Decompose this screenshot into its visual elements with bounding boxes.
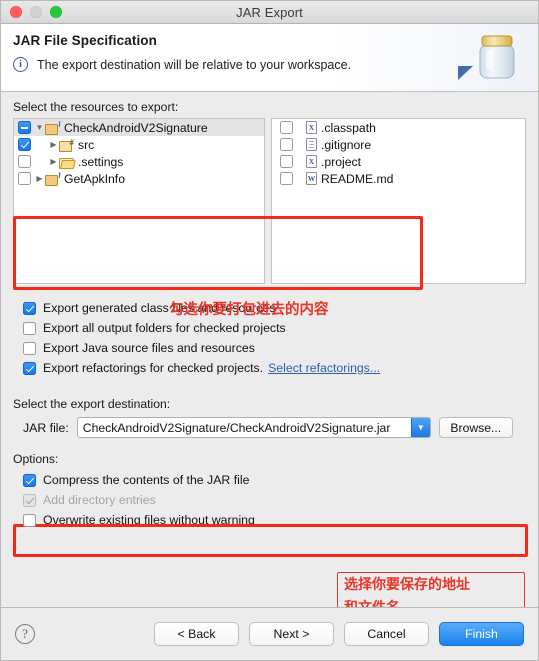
file-checkbox[interactable] (280, 138, 293, 151)
cancel-button[interactable]: Cancel (344, 622, 429, 646)
tree-row-label: CheckAndroidV2Signature (64, 120, 208, 135)
option-label: Overwrite existing files without warning (43, 513, 255, 527)
page-title: JAR File Specification (13, 33, 157, 48)
tree-checkbox[interactable] (18, 121, 31, 134)
expand-twisty-icon[interactable]: ▼ (34, 123, 45, 132)
dialog-body: Select the resources to export: ▼ CheckA… (1, 100, 538, 620)
back-button[interactable]: < Back (154, 622, 239, 646)
option-row[interactable]: Overwrite existing files without warning (23, 510, 526, 530)
option-checkbox (23, 493, 36, 507)
dialog-header: JAR File Specification i The export dest… (1, 24, 538, 92)
tree-row-label: GetApkInfo (64, 171, 125, 186)
file-row-label: .project (321, 154, 361, 169)
tree-row[interactable]: ▶ src (14, 136, 264, 153)
options-label: Options: (13, 452, 59, 466)
jar-file-input[interactable] (77, 418, 411, 437)
chevron-down-icon[interactable]: ▼ (410, 418, 430, 437)
resource-tree-pane[interactable]: ▼ CheckAndroidV2Signature ▶ src ▶ . (13, 118, 265, 284)
source-package-icon (59, 138, 75, 152)
option-label: Export refactorings for checked projects… (43, 361, 264, 375)
option-checkbox[interactable] (23, 321, 36, 335)
resource-panes: ▼ CheckAndroidV2Signature ▶ src ▶ . (13, 118, 526, 284)
jar-file-combo[interactable]: ▼ (76, 417, 431, 438)
option-label: Export Java source files and resources (43, 341, 255, 355)
expand-twisty-icon[interactable]: ▶ (48, 157, 59, 166)
option-checkbox[interactable] (23, 513, 36, 527)
file-checkbox[interactable] (280, 172, 293, 185)
header-description-text: The export destination will be relative … (37, 57, 352, 72)
file-checkbox[interactable] (280, 121, 293, 134)
option-row[interactable]: Export Java source files and resources (23, 338, 526, 358)
next-button[interactable]: Next > (249, 622, 334, 646)
resources-label: Select the resources to export: (13, 100, 179, 114)
tree-row[interactable]: ▶ .settings (14, 153, 264, 170)
option-row[interactable]: Compress the contents of the JAR file (23, 470, 526, 490)
annotation-text-save-path-line1: 选择你要保存的地址 (344, 577, 470, 593)
option-checkbox[interactable] (23, 341, 36, 355)
folder-icon (59, 155, 75, 169)
file-row-label: README.md (321, 171, 394, 186)
tree-row-label: src (78, 137, 95, 152)
window-title-bar: JAR Export (1, 1, 538, 24)
window-title: JAR Export (236, 4, 303, 20)
markdown-file-icon: W (306, 172, 317, 185)
option-checkbox[interactable] (23, 473, 36, 487)
jar-export-dialog: JAR Export JAR File Specification i The … (0, 0, 539, 661)
file-row[interactable]: X .project (272, 153, 525, 170)
finish-button[interactable]: Finish (439, 622, 524, 646)
footer-buttons: < Back Next > Cancel Finish (154, 622, 524, 646)
file-checkbox[interactable] (280, 155, 293, 168)
info-icon: i (13, 57, 28, 72)
file-row[interactable]: X .classpath (272, 119, 525, 136)
jar-jar-icon (458, 30, 524, 88)
jar-options-group: Compress the contents of the JAR file Ad… (13, 470, 526, 530)
file-row[interactable]: W README.md (272, 170, 525, 187)
resource-file-pane[interactable]: X .classpath .gitignore X .project W REA… (271, 118, 526, 284)
option-label: Add directory entries (43, 493, 156, 507)
browse-button[interactable]: Browse... (438, 417, 513, 438)
option-row[interactable]: Export refactorings for checked projects… (23, 358, 526, 378)
destination-label: Select the export destination: (13, 397, 171, 411)
expand-twisty-icon[interactable]: ▶ (34, 174, 45, 183)
select-refactorings-link[interactable]: Select refactorings... (268, 361, 380, 375)
tree-checkbox[interactable] (18, 172, 31, 185)
annotation-text-resources: 勾选你要打包进去的内容 (169, 302, 329, 318)
xml-file-icon: X (306, 155, 317, 168)
dialog-footer: ? < Back Next > Cancel Finish (1, 607, 538, 660)
tree-checkbox[interactable] (18, 155, 31, 168)
option-label: Compress the contents of the JAR file (43, 473, 250, 487)
help-icon[interactable]: ? (15, 624, 35, 644)
option-row[interactable]: Export all output folders for checked pr… (23, 318, 526, 338)
tree-row[interactable]: ▼ CheckAndroidV2Signature (14, 119, 264, 136)
jar-file-row: JAR file: ▼ Browse... (13, 417, 526, 438)
file-row-label: .gitignore (321, 137, 372, 152)
option-row: Add directory entries (23, 490, 526, 510)
blue-arrow-icon (458, 66, 473, 80)
jar-file-label: JAR file: (23, 420, 69, 435)
option-label: Export all output folders for checked pr… (43, 321, 286, 335)
file-row[interactable]: .gitignore (272, 136, 525, 153)
expand-twisty-icon[interactable]: ▶ (48, 140, 59, 149)
tree-row-label: .settings (78, 154, 124, 169)
option-checkbox[interactable] (23, 361, 36, 375)
tree-checkbox[interactable] (18, 138, 31, 151)
text-file-icon (306, 138, 317, 151)
xml-file-icon: X (306, 121, 317, 134)
file-row-label: .classpath (321, 120, 376, 135)
java-project-icon (45, 120, 61, 135)
header-description: i The export destination will be relativ… (13, 57, 526, 72)
java-project-icon (45, 171, 61, 186)
option-checkbox[interactable] (23, 301, 36, 315)
tree-row[interactable]: ▶ GetApkInfo (14, 170, 264, 187)
